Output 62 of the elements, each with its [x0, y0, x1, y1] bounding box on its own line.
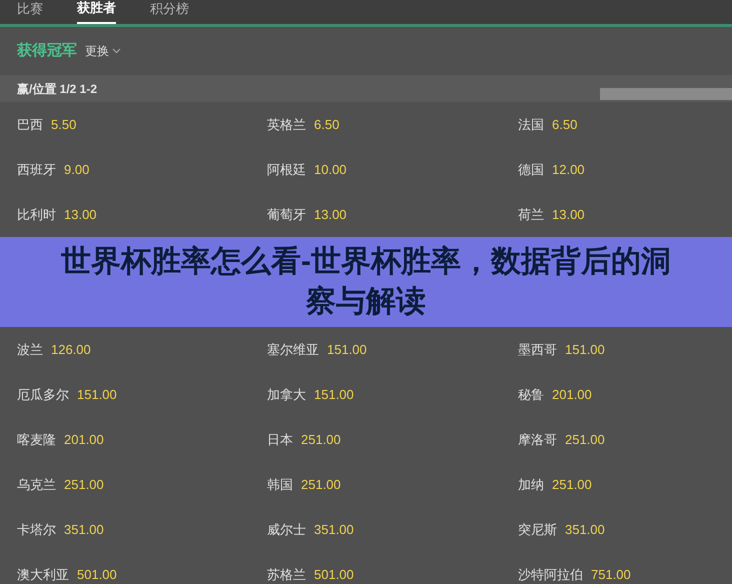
odds-value[interactable]: 251.00: [565, 430, 605, 450]
odds-value[interactable]: 13.00: [552, 204, 585, 224]
team-name: 荷兰: [518, 206, 544, 224]
team-name: 西班牙: [17, 160, 56, 179]
odds-value[interactable]: 6.50: [314, 114, 340, 134]
odds-value[interactable]: 12.00: [552, 160, 585, 180]
team-name: 英格兰: [267, 116, 306, 134]
odds-value[interactable]: 251.00: [301, 430, 341, 450]
tab[interactable]: 比赛: [17, 0, 43, 24]
market-title: 获得冠军: [17, 40, 77, 61]
odds-value[interactable]: 201.00: [552, 384, 592, 404]
tab[interactable]: 积分榜: [150, 0, 189, 24]
team-name: 德国: [518, 160, 544, 179]
odds-value[interactable]: 201.00: [64, 430, 104, 450]
team-name: 阿根廷: [267, 160, 306, 179]
odds-value[interactable]: 351.00: [64, 520, 104, 540]
odds-value[interactable]: 251.00: [552, 474, 592, 494]
team-name: 苏格兰: [267, 566, 306, 584]
team-name: 塞尔维亚: [267, 340, 319, 359]
odds-value[interactable]: 151.00: [327, 340, 367, 360]
odds-value[interactable]: 251.00: [64, 474, 104, 494]
team-name: 葡萄牙: [267, 206, 306, 224]
tab[interactable]: 获胜者: [77, 0, 116, 24]
odds-value[interactable]: 126.00: [51, 340, 91, 360]
odds-value[interactable]: 10.00: [314, 160, 347, 180]
odds-value[interactable]: 501.00: [314, 564, 354, 584]
odds-value[interactable]: 13.00: [314, 204, 347, 224]
odds-value[interactable]: 351.00: [314, 520, 354, 540]
odds-value[interactable]: 251.00: [301, 474, 341, 494]
team-name: 摩洛哥: [518, 430, 557, 449]
odds-value[interactable]: 151.00: [77, 384, 117, 404]
team-name: 比利时: [17, 206, 56, 224]
team-name: 加拿大: [267, 386, 306, 404]
team-name: 突尼斯: [518, 520, 557, 539]
banner-title: 世界杯胜率怎么看-世界杯胜率，数据背后的洞察与解读: [60, 244, 672, 320]
odds-value[interactable]: 151.00: [565, 340, 605, 360]
team-name: 澳大利亚: [17, 566, 69, 584]
odds-value[interactable]: 13.00: [64, 204, 97, 224]
team-name: 秘鲁: [518, 386, 544, 404]
chevron-down-icon: [112, 48, 121, 54]
odds-value[interactable]: 351.00: [565, 520, 605, 540]
header-label: 赢/位置 1/2 1-2: [17, 80, 98, 98]
team-name: 乌克兰: [17, 476, 56, 494]
odds-value[interactable]: 9.00: [64, 160, 90, 180]
team-name: 日本: [267, 430, 293, 449]
switch-dropdown[interactable]: 更换: [85, 42, 121, 60]
odds-value[interactable]: 151.00: [314, 384, 354, 404]
odds-value[interactable]: 751.00: [591, 564, 631, 584]
odds-value[interactable]: 501.00: [77, 564, 117, 584]
team-name: 韩国: [267, 476, 293, 494]
team-name: 卡塔尔: [17, 520, 56, 539]
team-name: 加纳: [518, 476, 544, 494]
team-name: 墨西哥: [518, 340, 557, 359]
team-name: 沙特阿拉伯: [518, 566, 583, 584]
team-name: 法国: [518, 116, 544, 134]
team-name: 威尔士: [267, 520, 306, 539]
team-name: 巴西: [17, 116, 43, 134]
odds-value[interactable]: 5.50: [51, 114, 76, 134]
team-name: 波兰: [17, 340, 43, 359]
team-name: 厄瓜多尔: [17, 386, 69, 404]
odds-value[interactable]: 6.50: [552, 114, 578, 134]
team-name: 喀麦隆: [17, 430, 56, 449]
